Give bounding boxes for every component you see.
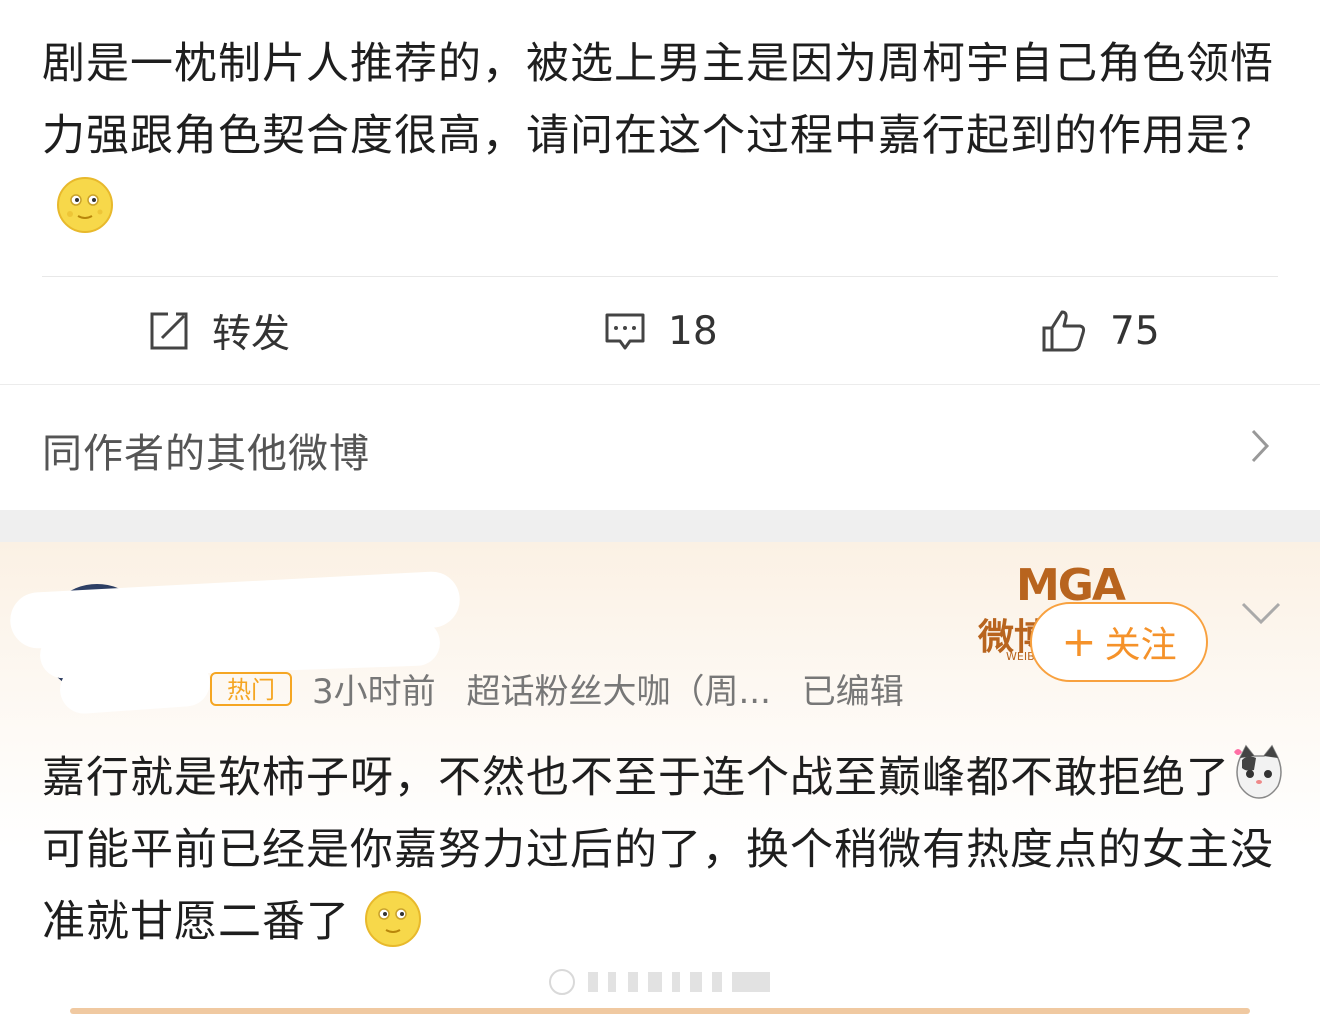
like-count: 75 [1110,308,1160,354]
hot-badge: 热门 [210,672,292,706]
plus-icon: + [1061,617,1097,666]
follow-button[interactable]: + 关注 [1030,602,1208,682]
comment-icon [605,313,645,350]
repost-button[interactable]: 转发 [148,278,290,384]
moon-face-emoji-icon [365,891,421,947]
chevron-right-icon [1251,429,1270,463]
edited-label: 已编辑 [801,672,904,712]
comment-time: 3小时前 [312,672,436,712]
follow-label: 关注 [1104,625,1177,666]
watermark-mark [549,969,770,995]
comment-meta: 3小时前 超话粉丝大咖（周... 已编辑 [312,664,924,713]
repost-label: 转发 [212,312,291,357]
moon-face-emoji-icon [57,177,113,233]
post-content: 剧是一枕制片人推荐的，被选上男主是因为周柯宇自己角色领悟力强跟角色契合度很高，请… [42,28,1282,244]
supertopic-tag[interactable]: 超话粉丝大咖（周... [466,672,770,712]
like-button[interactable]: 75 [1040,278,1160,384]
other-posts-row[interactable]: 同作者的其他微博 [0,385,1320,509]
chevron-down-icon[interactable] [1240,600,1282,626]
section-gap [0,510,1320,542]
divider [42,276,1278,277]
comment-button[interactable]: 18 [604,278,718,384]
thumbs-up-icon [1042,310,1086,352]
comment-count: 18 [668,308,718,354]
other-posts-label: 同作者的其他微博 [42,431,370,477]
comment-text-part2: 可能平前已经是你嘉努力过后的了，换个稍微有热度点的女主没准就甘愿二番了 [42,825,1274,947]
cat-emoji-icon [1234,744,1282,799]
next-card-edge [70,1008,1250,1014]
repost-icon [150,312,188,350]
action-bar: 转发 18 75 [0,278,1320,384]
comment-content: 嘉行就是软柿子呀，不然也不至于连个战至巅峰都不敢拒绝了 可能平前已经是你嘉努力过… [42,742,1292,958]
post-text: 剧是一枕制片人推荐的，被选上男主是因为周柯宇自己角色领悟力强跟角色契合度很高，请… [42,39,1274,161]
comment-text-part1: 嘉行就是软柿子呀，不然也不至于连个战至巅峰都不敢拒绝了 [42,753,1230,803]
